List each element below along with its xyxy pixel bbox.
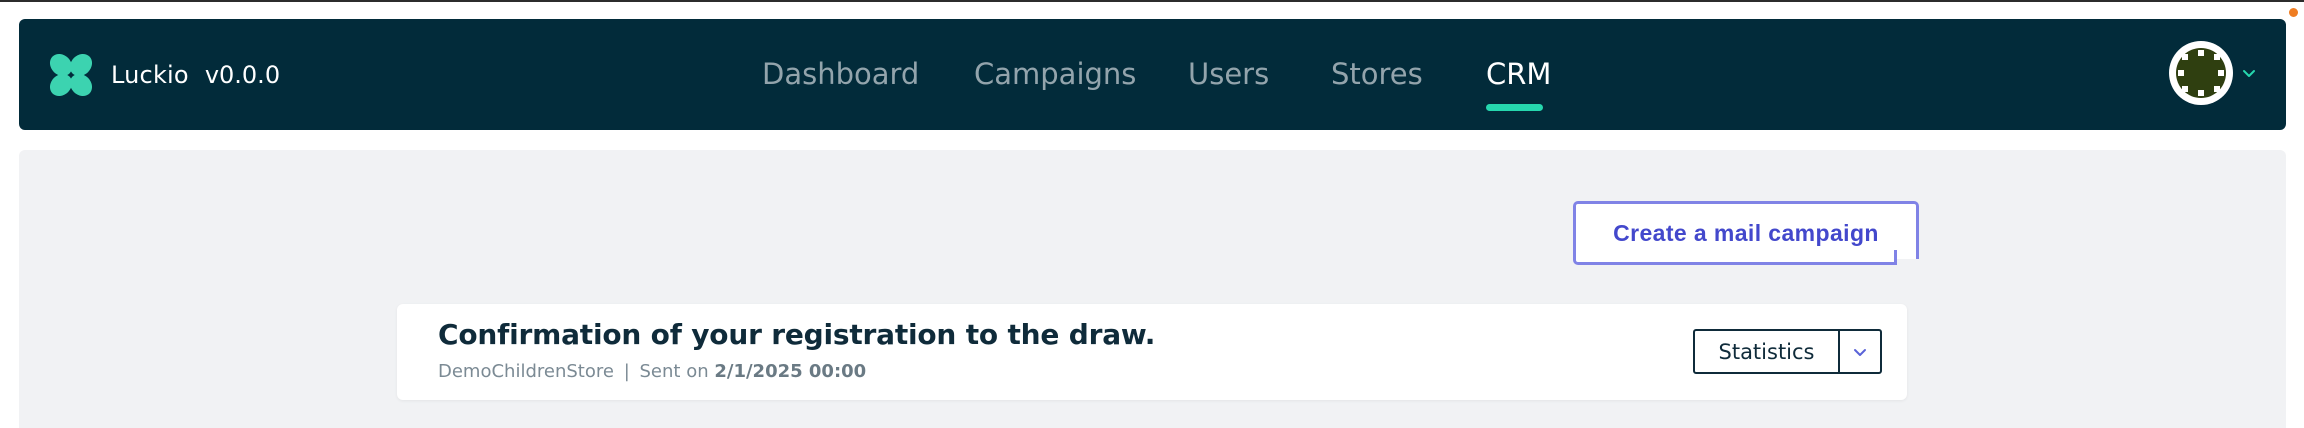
statistics-dropdown-toggle[interactable] bbox=[1840, 331, 1880, 372]
nav-item-campaigns[interactable]: Campaigns bbox=[974, 57, 1136, 91]
meta-separator: | bbox=[623, 361, 630, 382]
chevron-down-icon[interactable] bbox=[2241, 65, 2257, 81]
window-top-border bbox=[0, 0, 2304, 2]
top-navbar: Luckio v0.0.0 Dashboard Campaigns Users … bbox=[19, 19, 2286, 130]
campaign-store: DemoChildrenStore bbox=[438, 361, 614, 382]
sent-date: 2/1/2025 00:00 bbox=[714, 361, 867, 382]
create-mail-campaign-button[interactable]: Create a mail campaign bbox=[1573, 201, 1919, 265]
avatar-icon bbox=[2173, 45, 2229, 101]
campaign-meta: DemoChildrenStore | Sent on 2/1/2025 00:… bbox=[438, 361, 866, 382]
nav-item-stores[interactable]: Stores bbox=[1331, 57, 1423, 91]
nav-item-users[interactable]: Users bbox=[1188, 57, 1269, 91]
statistics-button[interactable]: Statistics bbox=[1695, 331, 1840, 372]
main-navigation: Dashboard Campaigns Users Stores CRM bbox=[19, 19, 2286, 130]
avatar[interactable] bbox=[2169, 41, 2233, 105]
button-decoration bbox=[1894, 259, 1920, 267]
active-tab-indicator bbox=[1486, 104, 1543, 111]
button-decoration-tick bbox=[1894, 250, 1897, 265]
notification-dot bbox=[2289, 8, 2298, 17]
sent-on-label: Sent on bbox=[639, 361, 709, 382]
nav-item-dashboard[interactable]: Dashboard bbox=[762, 57, 919, 91]
user-menu[interactable] bbox=[2169, 41, 2257, 105]
statistics-split-button: Statistics bbox=[1693, 329, 1882, 374]
campaign-title: Confirmation of your registration to the… bbox=[438, 318, 1156, 351]
nav-item-crm[interactable]: CRM bbox=[1486, 57, 1551, 91]
campaign-card: Confirmation of your registration to the… bbox=[397, 304, 1907, 400]
chevron-down-icon bbox=[1854, 348, 1866, 356]
